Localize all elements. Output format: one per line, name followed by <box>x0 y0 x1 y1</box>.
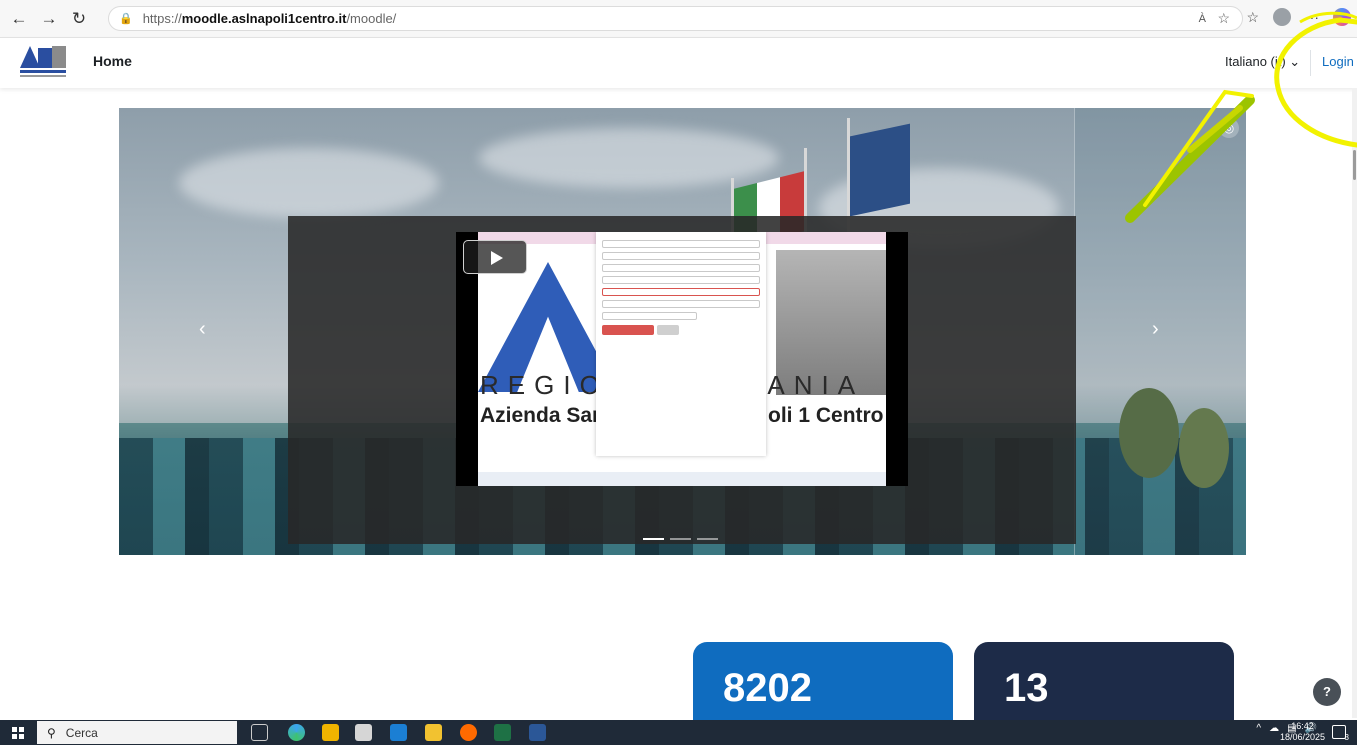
back-icon[interactable]: ← <box>8 8 30 30</box>
cloud <box>179 148 439 218</box>
profile-avatar-icon[interactable] <box>1273 8 1291 26</box>
form-select <box>602 312 697 320</box>
asl-logo[interactable] <box>20 46 68 80</box>
video-player[interactable]: REGIO PANIA Azienda San oli 1 Centro <box>288 216 1076 544</box>
carousel-indicator[interactable] <box>670 538 691 540</box>
site-navbar: Home Italiano (it) ⌄ Login <box>0 38 1357 88</box>
more-menu-icon[interactable]: ··· <box>1305 9 1319 25</box>
video-taskbar <box>478 472 886 486</box>
calculator-icon[interactable] <box>355 724 372 741</box>
clock-date: 18/06/2025 <box>1280 732 1326 742</box>
help-button[interactable]: ? <box>1313 678 1341 706</box>
search-label: Cerca <box>65 725 98 740</box>
address-bar[interactable]: 🔒 https://moodle.aslnapoli1centro.it/moo… <box>108 6 1243 31</box>
windows-start-icon[interactable] <box>12 727 24 739</box>
play-icon <box>491 251 503 265</box>
stat-card-courses: 13 <box>974 642 1234 722</box>
scrollbar-thumb[interactable] <box>1353 150 1356 180</box>
video-content: REGIO PANIA Azienda San oli 1 Centro <box>478 232 886 486</box>
form-field <box>602 300 760 308</box>
carousel-indicator[interactable] <box>697 538 718 540</box>
nav-home-link[interactable]: Home <box>93 53 132 69</box>
browser-actions: ☆ ··· <box>1246 8 1351 26</box>
carousel-side-panel <box>1074 108 1246 555</box>
favorites-icon[interactable]: ☆ <box>1246 9 1259 26</box>
notification-center-icon[interactable]: 3 <box>1332 725 1349 742</box>
screen: ← → ↻ 🔒 https://moodle.aslnapoli1centro.… <box>0 0 1357 745</box>
favorite-star-icon[interactable]: ☆ <box>1217 10 1230 27</box>
file-explorer-icon[interactable] <box>322 724 339 741</box>
form-field <box>602 276 760 284</box>
form-field <box>602 252 760 260</box>
stat-value: 13 <box>1004 666 1049 710</box>
clock-time: 16:42 <box>1291 721 1314 731</box>
taskbar-search[interactable]: ⚲ Cerca <box>37 721 237 744</box>
region-text-left: REGIO <box>480 370 609 400</box>
refresh-icon[interactable]: ↻ <box>68 8 90 30</box>
carousel-prev-button[interactable]: ‹ <box>199 318 206 341</box>
taskbar-clock[interactable]: 16:42 18/06/2025 <box>1280 721 1325 743</box>
copilot-icon[interactable] <box>1333 8 1351 26</box>
azienda-text-right: oli 1 Centro <box>768 404 884 427</box>
form-field <box>602 264 760 272</box>
notification-count: 3 <box>1344 733 1349 742</box>
form-cancel <box>657 325 679 335</box>
form-field <box>602 288 760 296</box>
url-host: moodle.aslnapoli1centro.it <box>181 11 347 26</box>
chrome-icon[interactable] <box>460 724 477 741</box>
play-button[interactable] <box>463 240 527 274</box>
page-scrollbar[interactable] <box>1352 88 1357 718</box>
notes-icon[interactable] <box>425 724 442 741</box>
visual-search-icon[interactable]: ◎ <box>1219 118 1239 138</box>
url-path: /moodle/ <box>346 11 397 26</box>
azienda-text-left: Azienda San <box>480 404 605 427</box>
browser-toolbar: ← → ↻ 🔒 https://moodle.aslnapoli1centro.… <box>0 0 1357 38</box>
stat-card-users: 8202 <box>693 642 953 722</box>
read-aloud-icon[interactable]: À <box>1199 13 1206 25</box>
windows-taskbar: ⚲ Cerca ^ ☁ ▤ 🔊 16:42 18/06/2025 3 <box>0 720 1357 745</box>
url-prefix: https:// <box>142 11 182 26</box>
login-link[interactable]: Login <box>1322 54 1354 69</box>
lock-icon: 🔒 <box>119 13 133 25</box>
edge-icon[interactable] <box>288 724 305 741</box>
task-view-icon[interactable] <box>251 724 268 741</box>
language-selector[interactable]: Italiano (it) ⌄ <box>1225 54 1300 70</box>
carousel-indicators <box>643 538 718 540</box>
cloud-icon[interactable]: ☁ <box>1269 723 1279 734</box>
blue-flag <box>850 123 910 217</box>
search-icon: ⚲ <box>47 725 56 740</box>
outlook-icon[interactable] <box>390 724 407 741</box>
cloud <box>479 128 779 188</box>
forward-icon[interactable]: → <box>38 8 60 30</box>
form-field <box>602 240 760 248</box>
excel-icon[interactable] <box>494 724 511 741</box>
carousel-next-button[interactable]: › <box>1152 318 1159 341</box>
navbar-divider <box>1310 50 1311 76</box>
carousel-indicator[interactable] <box>643 538 664 540</box>
stat-value: 8202 <box>723 666 812 710</box>
word-icon[interactable] <box>529 724 546 741</box>
signup-form-preview <box>596 232 766 456</box>
chevron-up-icon[interactable]: ^ <box>1256 723 1261 734</box>
form-submit <box>602 325 654 335</box>
